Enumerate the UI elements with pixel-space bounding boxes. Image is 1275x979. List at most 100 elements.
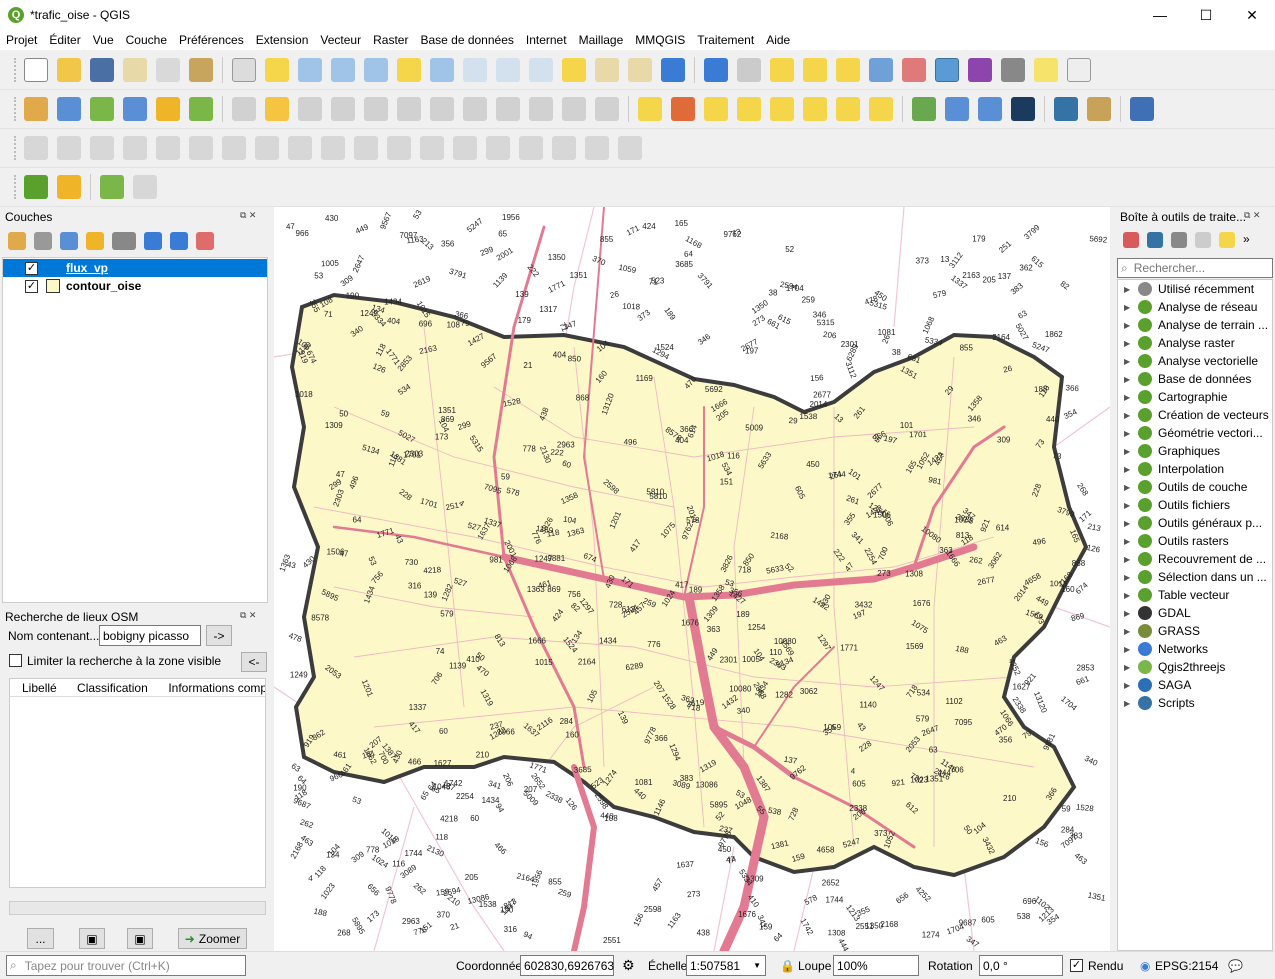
expand-arrow-icon[interactable]: ▶ [1124, 519, 1132, 528]
toolbox-item[interactable]: ▶ Géométrie vectori... [1118, 424, 1274, 442]
paste-features-icon[interactable] [529, 97, 553, 121]
toolbox-item[interactable]: ▶ Outils rasters [1118, 532, 1274, 550]
map-svg[interactable]: 1676163746353447071810232598259415111616… [274, 207, 1110, 951]
chevron-down-icon[interactable]: ▼ [753, 961, 761, 970]
expand-arrow-icon[interactable]: ▶ [1124, 375, 1132, 384]
shape-digitizing-icon[interactable] [57, 136, 81, 160]
osm-name-input[interactable]: bobigny picasso [99, 625, 201, 646]
toolbox-item[interactable]: ▶ Graphiques [1118, 442, 1274, 460]
render-checkbox[interactable]: ✓ [1070, 959, 1083, 972]
horizontal-scrollbar[interactable] [9, 901, 266, 915]
trim-extend-icon[interactable] [453, 136, 477, 160]
expand-arrow-icon[interactable]: ▶ [1124, 591, 1132, 600]
minimize-button[interactable]: — [1137, 0, 1183, 30]
toolbar-grip[interactable] [14, 58, 18, 82]
add-ring-icon[interactable] [189, 136, 213, 160]
menu-aide[interactable]: Aide [766, 33, 790, 47]
cut-features-icon[interactable] [463, 97, 487, 121]
refresh-icon[interactable] [661, 58, 685, 82]
magnifier-field[interactable]: 100% [833, 955, 919, 976]
toolbar-grip[interactable] [14, 175, 18, 199]
deselect-icon[interactable] [836, 58, 860, 82]
layer-visibility-checkbox[interactable]: ✓ [25, 261, 38, 275]
pan-icon[interactable] [232, 58, 256, 82]
column-header-informations[interactable]: Informations comp [158, 681, 265, 695]
rotate-label-icon[interactable] [836, 97, 860, 121]
results-viewer-icon[interactable] [1195, 232, 1211, 248]
toolbox-item[interactable]: ▶ GRASS [1118, 622, 1274, 640]
advanced-digitizing-icon[interactable] [24, 136, 48, 160]
osm-export-icon[interactable]: ▣ [127, 928, 153, 949]
toolbox-item[interactable]: ▶ Interpolation [1118, 460, 1274, 478]
messages-icon[interactable]: 💬 [1228, 959, 1243, 973]
split-features-icon[interactable] [486, 136, 510, 160]
highlight-pinned-icon[interactable] [737, 97, 761, 121]
toolbox-item[interactable]: ▶ Utilisé récemment [1118, 280, 1274, 298]
expand-arrow-icon[interactable]: ▶ [1124, 663, 1132, 672]
menu-preferences[interactable]: Préférences [179, 33, 244, 47]
new-geopackage-icon[interactable] [57, 97, 81, 121]
collapse-all-icon[interactable] [170, 232, 188, 250]
expand-arrow-icon[interactable]: ▶ [1124, 483, 1132, 492]
help-icon[interactable] [1130, 97, 1154, 121]
zoom-to-layer-icon[interactable] [430, 58, 454, 82]
expand-arrow-icon[interactable]: ▶ [1124, 645, 1132, 654]
toolbar-grip[interactable] [14, 136, 18, 160]
expand-arrow-icon[interactable]: ▶ [1124, 465, 1132, 474]
expand-arrow-icon[interactable]: ▶ [1124, 285, 1132, 294]
rotate-point-symbols-icon[interactable] [618, 136, 642, 160]
new-spatialite-icon[interactable] [156, 97, 180, 121]
new-temp-layer-icon[interactable] [123, 97, 147, 121]
run-action-icon[interactable] [737, 58, 761, 82]
expand-arrow-icon[interactable]: ▶ [1124, 411, 1132, 420]
toolbox-item[interactable]: ▶ Création de vecteurs [1118, 406, 1274, 424]
sum-icon[interactable] [968, 58, 992, 82]
close-button[interactable]: ✕ [1229, 0, 1275, 30]
zoom-last-icon[interactable] [496, 58, 520, 82]
python-console-icon[interactable] [1054, 97, 1078, 121]
expand-all-icon[interactable] [144, 232, 162, 250]
layer-row-contour-oise[interactable]: ✓ contour_oise [3, 277, 267, 295]
menu-extension[interactable]: Extension [256, 33, 309, 47]
add-part-icon[interactable] [222, 136, 246, 160]
column-header-classification[interactable]: Classification [67, 681, 158, 695]
current-edits-icon[interactable] [232, 97, 256, 121]
menu-raster[interactable]: Raster [373, 33, 408, 47]
text-annotation-icon[interactable] [1067, 58, 1091, 82]
expand-arrow-icon[interactable]: ▶ [1124, 429, 1132, 438]
simplify-feature-icon[interactable] [156, 136, 180, 160]
diagram-options-icon[interactable] [671, 97, 695, 121]
edit-features-inplace-icon[interactable] [1219, 232, 1235, 248]
toolbox-item[interactable]: ▶ Recouvrement de ... [1118, 550, 1274, 568]
statistics-icon[interactable] [902, 58, 926, 82]
rotate-feature-icon[interactable] [123, 136, 147, 160]
zoom-next-icon[interactable] [529, 58, 553, 82]
coordinate-field[interactable]: 602830,6926763 [520, 955, 614, 976]
toolbox-item[interactable]: ▶ Outils fichiers [1118, 496, 1274, 514]
change-label-icon[interactable] [869, 97, 893, 121]
menu-maillage[interactable]: Maillage [579, 33, 624, 47]
toolbox-item[interactable]: ▶ Analyse de réseau [1118, 298, 1274, 316]
expand-arrow-icon[interactable]: ▶ [1124, 393, 1132, 402]
dock-float-close-icon[interactable]: ⧉ ✕ [1244, 210, 1260, 221]
delete-part-icon[interactable] [321, 136, 345, 160]
osm-more-button[interactable]: ... [27, 928, 54, 949]
select-features-icon[interactable] [770, 58, 794, 82]
models-icon[interactable] [1123, 232, 1139, 248]
zoom-in-icon[interactable] [298, 58, 322, 82]
reverse-line-icon[interactable] [420, 136, 444, 160]
georeferencer-icon[interactable] [912, 97, 936, 121]
rotation-field[interactable]: 0,0 ° [979, 955, 1063, 976]
select-by-value-icon[interactable] [803, 58, 827, 82]
layer-styling-icon[interactable] [8, 232, 26, 250]
metasearch-icon[interactable] [978, 97, 1002, 121]
add-feature-icon[interactable] [331, 97, 355, 121]
toolbox-item[interactable]: ▶ Base de données [1118, 370, 1274, 388]
filter-legend-icon[interactable] [86, 232, 104, 250]
expand-arrow-icon[interactable]: ▶ [1124, 357, 1132, 366]
undo-icon[interactable] [562, 97, 586, 121]
osm-search-button[interactable]: -> [206, 625, 232, 646]
toolbox-item[interactable]: ▶ Cartographie [1118, 388, 1274, 406]
copy-features-icon[interactable] [496, 97, 520, 121]
zoom-full-icon[interactable] [364, 58, 388, 82]
